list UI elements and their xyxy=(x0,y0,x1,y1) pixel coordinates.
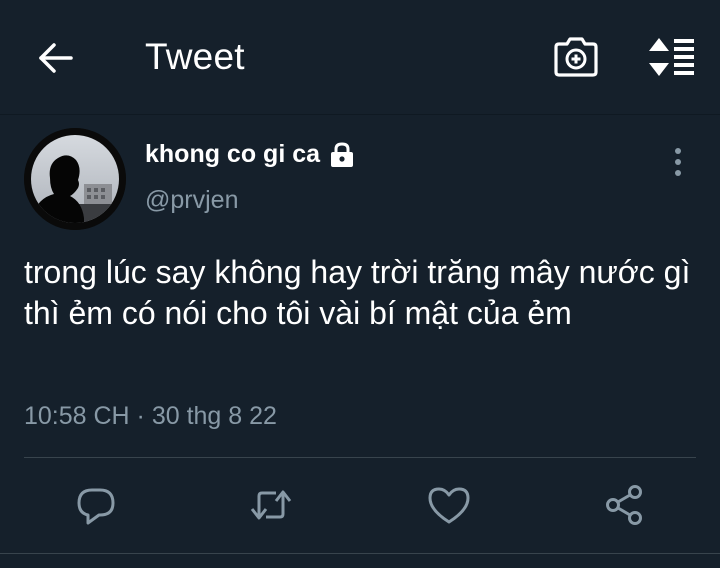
sort-list-icon xyxy=(649,38,694,76)
tweet-text: trong lúc say không hay trời trăng mây n… xyxy=(24,254,691,331)
retweet-icon xyxy=(250,490,292,520)
back-button[interactable] xyxy=(36,38,76,78)
share-button[interactable] xyxy=(602,482,648,528)
retweet-button[interactable] xyxy=(248,482,294,528)
like-icon xyxy=(428,487,470,524)
tweet-page: Tweet khong co gi ca @prvjen trong lúc s… xyxy=(0,0,720,568)
profile-silhouette-image xyxy=(24,128,126,230)
page-title: Tweet xyxy=(145,36,245,77)
display-name: khong co gi ca xyxy=(145,140,321,168)
sort-button[interactable] xyxy=(645,36,697,78)
more-options-button[interactable] xyxy=(666,146,690,180)
tweet-actions-bar xyxy=(0,480,720,532)
author-name-row[interactable]: khong co gi ca xyxy=(145,140,356,169)
share-icon xyxy=(606,485,642,525)
divider xyxy=(24,457,696,458)
like-button[interactable] xyxy=(426,482,472,528)
lock-icon xyxy=(331,141,354,167)
more-vertical-icon xyxy=(675,148,681,176)
user-handle[interactable]: @prvjen xyxy=(145,186,238,215)
avatar[interactable] xyxy=(24,128,126,230)
tweet-timestamp[interactable]: 10:58 CH · 30 thg 8 22 xyxy=(24,402,277,431)
camera-plus-icon xyxy=(554,37,598,77)
reply-icon xyxy=(77,488,115,525)
top-app-bar: Tweet xyxy=(0,0,720,115)
divider xyxy=(0,553,720,554)
reply-button[interactable] xyxy=(73,482,119,528)
arrow-left-icon xyxy=(39,43,73,73)
camera-button[interactable] xyxy=(553,36,599,78)
